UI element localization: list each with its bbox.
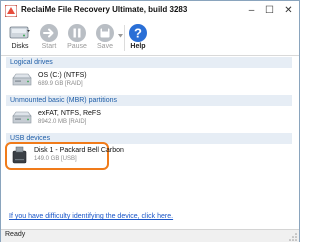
window-title: ReclaiMe File Recovery Ultimate, build 3… (21, 5, 188, 14)
hard-drive-icon (12, 111, 32, 124)
title-bar: ReclaiMe File Recovery Ultimate, build 3… (1, 1, 299, 21)
toolbar: Disks Start Pause Save ? Help (1, 21, 299, 56)
save-dropdown-arrow-icon[interactable] (118, 34, 123, 38)
drive-size: 149.0 GB [USB] (34, 156, 77, 162)
close-button[interactable]: ✕ (282, 4, 295, 17)
help-question-icon: ? (129, 24, 147, 42)
pause-icon (68, 24, 86, 42)
group-header-unmounted-partitions: Unmounted basic (MBR) partitions (6, 95, 292, 106)
disks-button[interactable]: Disks (5, 21, 35, 55)
disks-label: Disks (11, 43, 29, 50)
drive-size: 8942.0 MB [RAID] (38, 119, 87, 125)
drive-name: OS (C:) (NTFS) (38, 72, 87, 79)
svg-text:?: ? (134, 26, 142, 41)
drive-size: 689.9 GB [RAID] (38, 81, 83, 87)
drive-list: Logical drives OS (C:) (NTFS) 689.9 GB [… (5, 57, 292, 227)
app-window: ReclaiMe File Recovery Ultimate, build 3… (0, 0, 300, 242)
drive-name: exFAT, NTFS, ReFS (38, 110, 101, 117)
start-arrow-icon (40, 24, 58, 42)
resize-grip-icon[interactable] (289, 233, 297, 241)
maximize-button[interactable]: ☐ (263, 4, 276, 17)
help-label: Help (130, 43, 146, 50)
save-disk-icon (96, 24, 114, 42)
help-button[interactable]: ? Help (125, 21, 151, 55)
hard-drive-icon (12, 73, 32, 86)
group-header-logical-drives: Logical drives (6, 57, 292, 68)
drive-item-unmounted-partition[interactable]: exFAT, NTFS, ReFS 8942.0 MB [RAID] (6, 108, 292, 130)
start-button[interactable]: Start (37, 21, 61, 55)
disks-icon (9, 26, 30, 39)
usb-drive-icon (12, 146, 27, 164)
app-logo-icon (5, 5, 17, 17)
drive-item-packard-bell-usb[interactable]: Disk 1 - Packard Bell Carbon 149.0 GB [U… (5, 142, 124, 170)
save-button[interactable]: Save (92, 21, 118, 55)
status-bar: Ready (1, 229, 299, 242)
drive-item-os-c[interactable]: OS (C:) (NTFS) 689.9 GB [RAID] (6, 70, 292, 92)
identify-device-help-link[interactable]: If you have difficulty identifying the d… (9, 213, 173, 220)
pause-button[interactable]: Pause (65, 21, 89, 55)
pause-label: Pause (67, 43, 87, 50)
save-label: Save (97, 43, 113, 50)
drive-name: Disk 1 - Packard Bell Carbon (34, 147, 124, 154)
start-label: Start (41, 43, 57, 50)
status-text: Ready (5, 231, 26, 238)
minimize-button[interactable]: – (245, 4, 258, 17)
